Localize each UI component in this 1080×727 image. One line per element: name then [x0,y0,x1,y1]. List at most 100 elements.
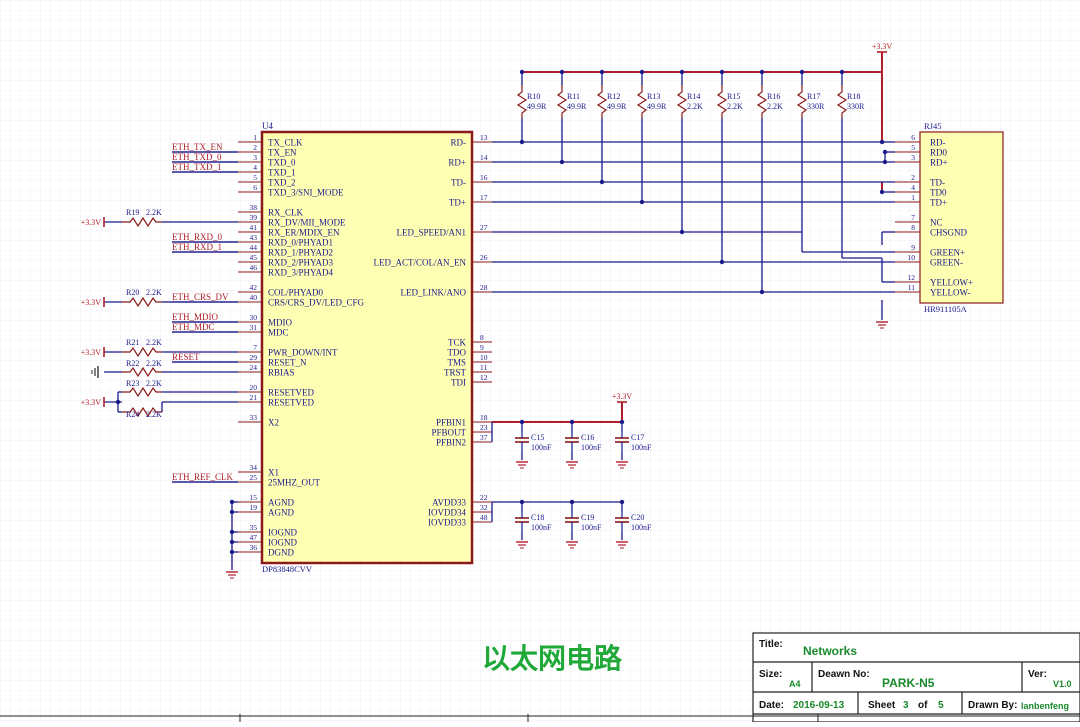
ic-pin-number: 35 [250,523,258,532]
power-label: +3.3V [81,298,102,307]
ic-pin-number: 36 [250,543,258,552]
ic-ref: U4 [262,121,273,131]
rj45-pin-name: CHSGND [930,228,968,238]
ic-pin-number: 43 [250,233,258,242]
resistor-value: 49.9R [527,102,547,111]
rj45-pin-name: YELLOW- [930,288,971,298]
schematic-svg: U4 DP83848CVV 1 TX_CLK 2 TX_EN 3 TXD_0 4 TXD_1 5… [0,0,1080,723]
ic-pin-name: TRST [444,368,467,378]
net-label-text: ETH_MDC [172,322,215,332]
junction-dot [679,69,685,75]
resistor-value: 2.2K [767,102,783,111]
rj45-part: HR911105A [924,304,968,314]
ic-pin-number: 28 [480,283,488,292]
ic-pin-number: 29 [250,353,258,362]
resistor-value: 2.2K [146,359,162,368]
rj45-pin-name: GREEN- [930,258,963,268]
ic-pin-number: 34 [250,463,258,472]
net-label-eth-ref-clk: ETH_REF_CLK [172,472,238,483]
ic-pin-number: 27 [480,223,488,232]
drawn-by-value: lanbenfeng [1021,701,1069,711]
ic-pin-name: PWR_DOWN/INT [268,348,338,358]
junction-dot [569,499,575,505]
ic-pin-number: 16 [480,173,488,182]
ic-pin-name: DGND [268,548,294,558]
capacitor-ref: C19 [581,513,594,522]
ic-pin-name: RXD_0/PHYAD1 [268,238,333,248]
sheet-value: 3 [903,700,909,711]
resistor-ref: R11 [567,92,580,101]
rj45-pin-name: NC [930,218,943,228]
ic-pin-name: X1 [268,468,279,478]
ic-pin-number: 25 [250,473,258,482]
ic-pin-name: RESETVED [268,388,314,398]
ic-pin-number: 18 [480,413,488,422]
junction-dot [229,509,235,515]
ic-pin-name: TD- [451,178,466,188]
rj45-pin-name: RD0 [930,148,948,158]
ic-pin-name: RX_DV/MII_MODE [268,218,346,228]
date-value: 2016-09-13 [793,700,845,711]
size-label: Size: [759,669,782,680]
ic-pin-name: AGND [268,508,294,518]
rj45-pin-name: TD+ [930,198,947,208]
power-symbol: +3.3V [81,217,105,227]
ic-pin-name: TMS [447,358,466,368]
rj45-pin-number: 6 [911,133,915,142]
ic-pin-number: 44 [250,243,258,252]
rj45-pin-number: 3 [911,153,915,162]
of-label: of [918,700,928,711]
net-label-text: RESET [172,352,200,362]
junction-dot [639,69,645,75]
ic-pin-number: 9 [480,343,484,352]
junction-dot [882,149,888,155]
rj45-pin-number: 1 [911,193,915,202]
ic-pin-number: 30 [250,313,258,322]
capacitor-value: 100nF [581,443,602,452]
resistor-value: 49.9R [647,102,667,111]
ic-pin-number: 8 [480,333,484,342]
ic-part: DP83848CVV [262,564,313,574]
ver-value: V1.0 [1053,679,1072,689]
caption: 以太网电路 [482,643,623,674]
net-label-text: ETH_RXD_1 [172,242,222,252]
ic-pin-name: PFBIN1 [436,418,466,428]
ic-pin-name: TX_EN [268,148,297,158]
power-label: +3.3V [81,398,102,407]
rj45-pin-number: 10 [908,253,916,262]
junction-dot [719,69,725,75]
resistor-ref: R10 [527,92,540,101]
rj45-pin-number: 12 [908,273,916,282]
capacitor-value: 100nF [631,523,652,532]
resistor-ref: R20 [126,288,139,297]
resistor-value: 49.9R [567,102,587,111]
net-label-text: ETH_MDIO [172,312,218,322]
ic-pin-name: IOGND [268,538,297,548]
rj45-pin-number: 11 [908,283,915,292]
resistor-ref: R16 [767,92,780,101]
net-label-text: ETH_CRS_DV [172,292,229,302]
rj45-pin-number: 4 [911,183,915,192]
ic-pin-name: TXD_0 [268,158,296,168]
ic-pin-number: 45 [250,253,258,262]
size-value: A4 [789,679,801,689]
capacitor-ref: C17 [631,433,644,442]
ic-pin-number: 47 [250,533,258,542]
ic-pin-name: RX_CLK [268,208,304,218]
ic-pin-name: TXD_1 [268,168,296,178]
resistor-value: 2.2K [146,338,162,347]
resistor-ref: R13 [647,92,660,101]
ic-pin-name: RD+ [448,158,466,168]
ic-pin-number: 21 [250,393,258,402]
junction-dot [229,529,235,535]
ic-pin-name: AVDD33 [432,498,466,508]
ic-pin-name: LED_LINK/ANO [401,288,467,298]
power-label: +3.3V [81,348,102,357]
ic-pin-number: 38 [250,203,258,212]
junction-dot [519,69,525,75]
capacitor-value: 100nF [581,523,602,532]
junction-dot [882,159,888,165]
ic-pin-number: 6 [253,183,257,192]
ic-pin-name: TD+ [449,198,466,208]
junction-dot [639,199,645,205]
